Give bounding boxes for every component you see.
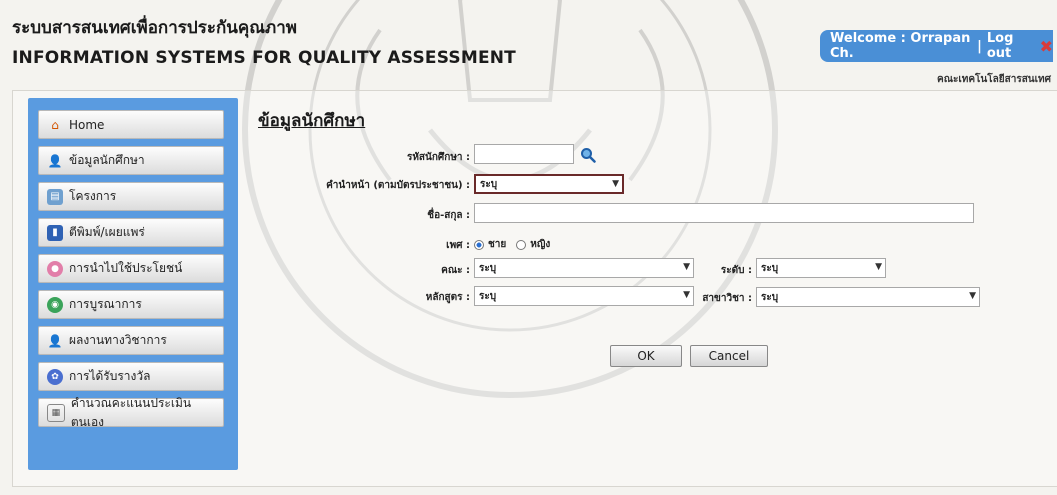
sidebar-item-academic-work[interactable]: 👤 ผลงานทางวิชาการ — [38, 326, 224, 355]
sidebar-item-utilize[interactable]: ● การนำไปใช้ประโยชน์ — [38, 254, 224, 283]
sidebar-item-publish[interactable]: ▮ ตีพิมพ์/เผยแพร่ — [38, 218, 224, 247]
level-label: ระดับ : — [720, 265, 752, 276]
sidebar-item-student-info[interactable]: 👤 ข้อมูลนักศึกษา — [38, 146, 224, 175]
sidebar: ⌂ Home 👤 ข้อมูลนักศึกษา ▤ โครงการ ▮ ตีพิ… — [28, 98, 238, 470]
search-icon[interactable] — [580, 147, 596, 163]
academic-work-icon: 👤 — [47, 333, 63, 348]
publish-icon: ▮ — [47, 224, 63, 241]
sidebar-item-label: ตีพิมพ์/เผยแพร่ — [69, 225, 145, 239]
cancel-button[interactable]: Cancel — [690, 345, 768, 367]
sidebar-item-label: ผลงานทางวิชาการ — [69, 333, 167, 347]
gender-radio-group: ชาย หญิง — [474, 237, 550, 252]
major-select-value: ระบุ — [761, 291, 779, 303]
gender-male-label: ชาย — [488, 239, 507, 250]
curriculum-label: หลักสูตร : — [425, 292, 470, 303]
logout-link[interactable]: Log out — [987, 31, 1034, 61]
project-icon: ▤ — [47, 188, 63, 205]
prefix-select-value: ระบุ — [480, 178, 498, 190]
faculty-label: คณะ : — [441, 265, 470, 276]
prefix-label: คำนำหน้า (ตามบัตรประชาชน) : — [326, 180, 470, 191]
sidebar-item-self-assessment[interactable]: ▦ คำนวณคะแนนประเมินตนเอง — [38, 396, 224, 429]
page-title: ข้อมูลนักศึกษา — [258, 111, 366, 131]
name-label: ชื่อ-สกุล : — [427, 210, 470, 221]
integration-icon: ◉ — [47, 296, 63, 313]
chevron-down-icon: ▼ — [875, 262, 882, 272]
name-input[interactable] — [474, 203, 974, 223]
faculty-name: คณะเทคโนโลยีสารสนเทศ — [937, 74, 1051, 85]
gender-female-radio[interactable] — [516, 239, 527, 250]
system-title-english: INFORMATION SYSTEMS FOR QUALITY ASSESSME… — [12, 48, 516, 68]
gender-male-radio[interactable] — [474, 239, 484, 250]
sidebar-item-project[interactable]: ▤ โครงการ — [38, 182, 224, 211]
system-title-thai: ระบบสารสนเทศเพื่อการประกันคุณภาพ — [12, 18, 297, 38]
sidebar-item-label: Home — [69, 117, 105, 132]
welcome-text: Welcome : Orrapan Ch. — [830, 31, 971, 61]
major-label: สาขาวิชา : — [702, 293, 752, 304]
logout-icon[interactable]: ✖ — [1040, 37, 1053, 56]
ok-button[interactable]: OK — [610, 345, 682, 367]
student-id-input[interactable] — [474, 144, 574, 164]
sidebar-item-label: คำนวณคะแนนประเมินตนเอง — [70, 395, 192, 429]
student-id-label: รหัสนักศึกษา : — [406, 152, 470, 163]
faculty-select[interactable]: ระบุ ▼ — [474, 258, 694, 278]
chevron-down-icon: ▼ — [969, 291, 976, 301]
sidebar-item-label: การนำไปใช้ประโยชน์ — [69, 261, 183, 275]
gender-label: เพศ : — [446, 240, 470, 251]
prefix-select[interactable]: ระบุ ▼ — [474, 174, 624, 194]
chevron-down-icon: ▼ — [683, 262, 690, 272]
level-select[interactable]: ระบุ ▼ — [756, 258, 886, 278]
sidebar-item-award[interactable]: ✿ การได้รับรางวัล — [38, 362, 224, 391]
separator: | — [977, 38, 982, 54]
curriculum-select[interactable]: ระบุ ▼ — [474, 286, 694, 306]
chevron-down-icon: ▼ — [612, 179, 619, 189]
sidebar-item-home[interactable]: ⌂ Home — [38, 110, 224, 139]
user-bar: Welcome : Orrapan Ch. | Log out ✖ — [820, 30, 1053, 62]
home-icon: ⌂ — [51, 117, 59, 132]
major-select[interactable]: ระบุ ▼ — [756, 287, 980, 307]
level-select-value: ระบุ — [761, 262, 779, 274]
faculty-select-value: ระบุ — [479, 262, 497, 274]
sidebar-item-label: การได้รับรางวัล — [69, 369, 151, 383]
curriculum-select-value: ระบุ — [479, 290, 497, 302]
gender-female-label: หญิง — [530, 239, 551, 250]
chevron-down-icon: ▼ — [683, 290, 690, 300]
sidebar-item-label: การบูรณาการ — [69, 297, 142, 311]
student-icon: 👤 — [47, 153, 63, 168]
sidebar-item-integration[interactable]: ◉ การบูรณาการ — [38, 290, 224, 319]
calculator-icon: ▦ — [47, 403, 65, 422]
utilize-icon: ● — [47, 260, 63, 277]
award-icon: ✿ — [47, 368, 63, 385]
sidebar-item-label: ข้อมูลนักศึกษา — [69, 153, 145, 167]
sidebar-item-label: โครงการ — [69, 189, 117, 203]
